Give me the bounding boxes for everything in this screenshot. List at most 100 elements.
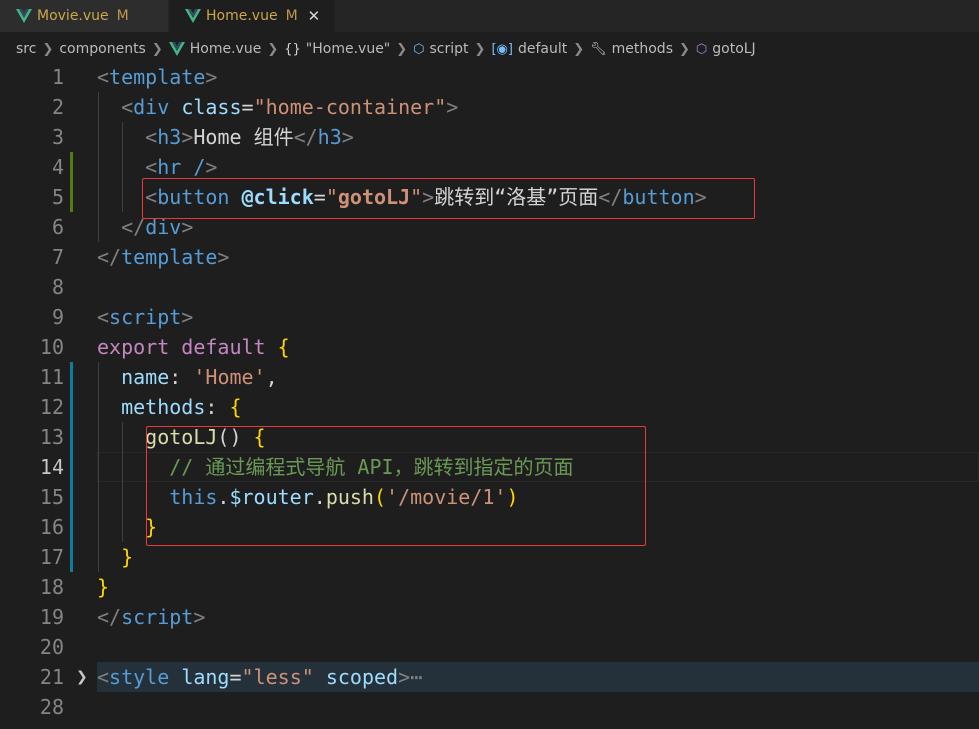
code-token: <	[97, 305, 110, 329]
code-token: >	[181, 125, 194, 149]
code-line[interactable]: 3 <h3>Home 组件</h3>	[0, 122, 979, 152]
code-line[interactable]: 18}	[0, 572, 979, 602]
vue-file-icon	[185, 9, 201, 23]
breadcrumb-script[interactable]: ⬡ script	[413, 41, 468, 57]
line-number: 10	[39, 335, 64, 359]
code-text: }	[97, 542, 133, 572]
breadcrumb-module-label: "Home.vue"	[305, 41, 391, 57]
breadcrumb-method[interactable]: ⬡ gotoLJ	[696, 41, 756, 57]
code-token: <	[145, 155, 158, 179]
breadcrumb-default[interactable]: [◉] default	[491, 41, 567, 57]
close-icon[interactable]: ✕	[308, 7, 321, 25]
chevron-right-icon: ❯	[151, 41, 163, 57]
fold-chevron-icon[interactable]: ❯	[76, 662, 88, 692]
line-number: 3	[51, 125, 64, 149]
code-token: "home-container"	[253, 95, 447, 119]
code-token: script	[121, 605, 194, 629]
line-number: 14	[39, 455, 64, 479]
line-number: 21	[39, 665, 64, 689]
line-number: 8	[51, 275, 64, 299]
code-token: >	[341, 125, 354, 149]
vue-file-icon	[16, 9, 32, 23]
code-token: :	[205, 395, 230, 419]
line-number: 7	[51, 245, 64, 269]
code-line[interactable]: 21 <style lang="less" scoped>⋯	[0, 662, 979, 692]
code-token: >	[446, 95, 459, 119]
breadcrumb-src[interactable]: src	[16, 41, 36, 57]
cube-icon: ⬡	[413, 41, 425, 57]
code-token: "less"	[241, 665, 314, 689]
line-number: 1	[51, 65, 64, 89]
code-line[interactable]: 17 }	[0, 542, 979, 572]
code-token: ,	[265, 365, 278, 389]
line-number: 11	[39, 365, 64, 389]
chevron-right-icon: ❯	[267, 41, 279, 57]
braces-icon: {}	[284, 41, 301, 57]
code-text: </script>	[97, 602, 205, 632]
code-line[interactable]: 11 name: 'Home',	[0, 362, 979, 392]
code-line[interactable]: 9 <script>	[0, 302, 979, 332]
code-token: h3	[157, 125, 182, 149]
breadcrumb-file[interactable]: Home.vue	[168, 41, 261, 57]
code-token: lang	[181, 665, 230, 689]
code-token: h3	[317, 125, 342, 149]
tab-movie-vue[interactable]: Movie.vue M	[0, 0, 168, 32]
code-token: default	[181, 335, 266, 359]
code-line[interactable]: 19 </script>	[0, 602, 979, 632]
code-token: :	[169, 365, 194, 389]
code-token: }	[97, 575, 110, 599]
breadcrumb-methods[interactable]: 🔧︎ methods	[590, 41, 673, 57]
code-token: style	[109, 665, 170, 689]
tab-bar: Movie.vue M Home.vue M ✕	[0, 0, 979, 32]
breadcrumb-components[interactable]: components	[59, 41, 146, 57]
code-line[interactable]: 20	[0, 632, 979, 662]
code-line[interactable]: 10 export default {	[0, 332, 979, 362]
modified-badge: M	[285, 8, 298, 24]
breadcrumb-default-label: default	[517, 41, 568, 57]
line-number: 16	[39, 515, 64, 539]
code-line[interactable]: 2 <div class="home-container">	[0, 92, 979, 122]
code-text: methods: {	[97, 392, 242, 422]
tab-home-vue[interactable]: Home.vue M ✕	[169, 0, 335, 32]
method-cube-icon: ⬡	[695, 41, 708, 57]
code-token: Home 组件	[193, 125, 294, 149]
line-number: 4	[51, 155, 64, 179]
breadcrumb: src ❯ components ❯ Home.vue ❯ {} "Home.v…	[0, 35, 979, 63]
code-text: name: 'Home',	[97, 362, 278, 392]
vue-file-icon	[168, 42, 185, 56]
code-line[interactable]: 1 <template>	[0, 62, 979, 92]
line-number: 2	[51, 95, 64, 119]
code-line[interactable]: 7 </template>	[0, 242, 979, 272]
variable-icon: [◉]	[491, 41, 513, 57]
line-number: 12	[39, 395, 64, 419]
code-token: scoped	[325, 665, 399, 689]
breadcrumb-module[interactable]: {} "Home.vue"	[284, 41, 390, 57]
code-token: =	[229, 665, 242, 689]
code-line[interactable]: 12 methods: {	[0, 392, 979, 422]
code-token: =	[241, 95, 254, 119]
chevron-right-icon: ❯	[42, 41, 54, 57]
breadcrumb-method-label: gotoLJ	[712, 41, 756, 57]
code-token: >	[205, 65, 218, 89]
code-text: }	[97, 572, 109, 602]
code-token: </	[97, 245, 122, 269]
code-token: {	[229, 395, 242, 419]
chevron-right-icon: ❯	[678, 41, 690, 57]
code-token: template	[121, 245, 218, 269]
code-token: class	[181, 95, 242, 119]
chevron-right-icon: ❯	[573, 41, 585, 57]
code-line[interactable]: 8	[0, 272, 979, 302]
breadcrumb-methods-label: methods	[611, 41, 673, 57]
code-token: ⋯	[410, 665, 423, 689]
code-line[interactable]: 28	[0, 692, 979, 722]
line-number: 6	[51, 215, 64, 239]
code-editor[interactable]: 1 <template> 2 <div class="home-container"…	[0, 62, 979, 729]
chevron-right-icon: ❯	[474, 41, 486, 57]
